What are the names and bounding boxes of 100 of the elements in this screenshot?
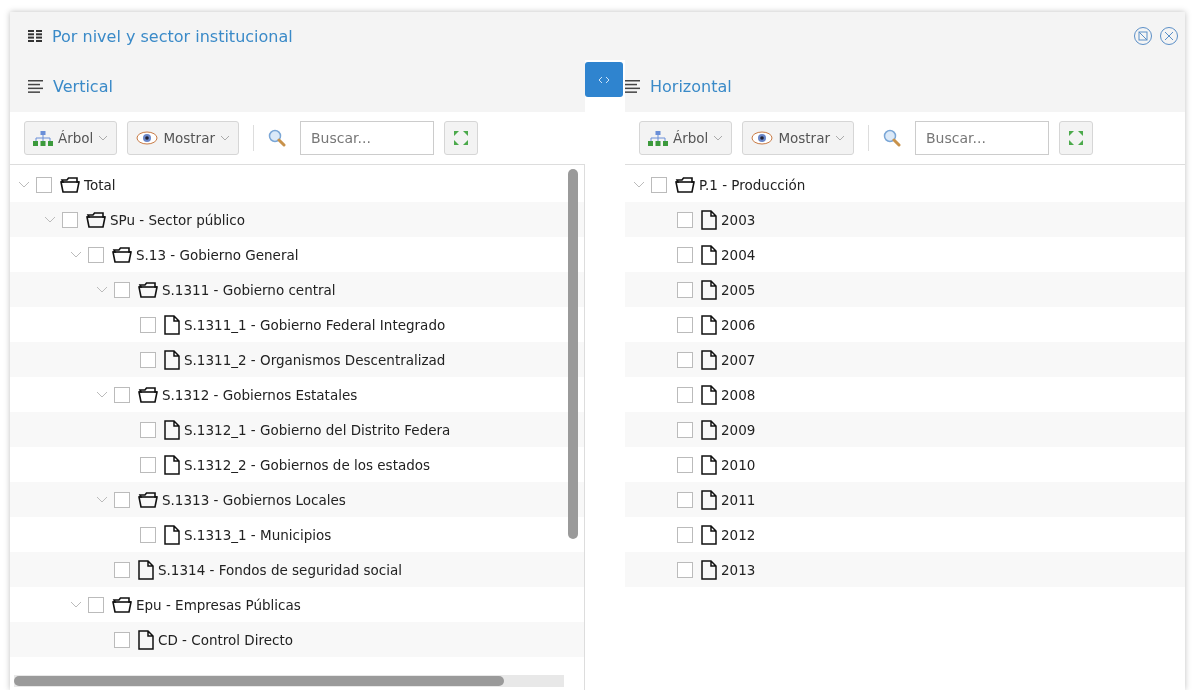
tree-item[interactable]: CD - Control Directo [158, 631, 294, 648]
folder-icon [86, 211, 106, 228]
tree-view-dropdown[interactable]: Árbol [24, 121, 118, 155]
tree-item[interactable]: Epu - Empresas Públicas [136, 596, 301, 613]
caret-icon [713, 135, 724, 141]
checkbox[interactable] [677, 491, 693, 508]
folder-icon [138, 386, 158, 403]
tree-item[interactable]: S.1312_2 - Gobiernos de los estados [184, 456, 431, 473]
expand-button[interactable] [1059, 121, 1093, 155]
caret-icon [835, 135, 845, 141]
checkbox[interactable] [62, 211, 78, 228]
search-icon[interactable] [268, 129, 286, 147]
file-icon [138, 559, 154, 580]
show-dropdown[interactable]: Mostrar [742, 121, 854, 155]
tree-item[interactable]: 2009 [721, 421, 756, 438]
folder-icon [112, 596, 132, 613]
show-dropdown[interactable]: Mostrar [127, 121, 239, 155]
caret-icon [220, 135, 230, 141]
caret-icon[interactable] [633, 180, 645, 189]
scrollbar-thumb[interactable] [14, 676, 504, 686]
swap-button[interactable] [585, 62, 623, 97]
checkbox[interactable] [651, 176, 667, 193]
checkbox[interactable] [677, 246, 693, 263]
checkbox[interactable] [677, 561, 693, 578]
checkbox[interactable] [114, 561, 130, 578]
tree-view-dropdown[interactable]: Árbol [639, 121, 733, 155]
checkbox[interactable] [677, 526, 693, 543]
folder-icon [112, 246, 132, 263]
checkbox[interactable] [677, 281, 693, 298]
checkbox[interactable] [677, 316, 693, 333]
checkbox[interactable] [114, 281, 130, 298]
file-icon [701, 454, 717, 475]
pane-title: Vertical [53, 76, 113, 96]
file-icon [701, 279, 717, 300]
tree-item[interactable]: 2013 [721, 561, 756, 578]
eye-icon [751, 131, 774, 145]
expand-icon [1068, 130, 1084, 146]
checkbox[interactable] [88, 246, 104, 263]
search-field[interactable]: Buscar... [300, 121, 434, 155]
checkbox[interactable] [114, 386, 130, 403]
checkbox[interactable] [677, 421, 693, 438]
pane-title: Horizontal [650, 76, 732, 96]
caret-icon[interactable] [44, 215, 56, 224]
file-icon [164, 524, 180, 545]
file-icon [138, 629, 154, 650]
folder-icon [138, 281, 158, 298]
expand-button[interactable] [444, 121, 478, 155]
tree-item[interactable]: S.1313_1 - Municipios [184, 526, 332, 543]
tree-item[interactable]: 2010 [721, 456, 756, 473]
checkbox[interactable] [677, 386, 693, 403]
expand-icon [453, 130, 469, 146]
tree-item[interactable]: 2004 [721, 246, 756, 263]
caret-icon[interactable] [70, 250, 82, 259]
search-icon[interactable] [883, 129, 901, 147]
caret-icon[interactable] [70, 600, 82, 609]
checkbox[interactable] [140, 351, 156, 368]
close-icon[interactable] [1159, 26, 1179, 46]
checkbox[interactable] [114, 631, 130, 648]
hierarchy-icon [648, 130, 668, 146]
tree-item[interactable]: 2008 [721, 386, 756, 403]
search-field[interactable]: Buscar... [915, 121, 1049, 155]
tree-item[interactable]: 2007 [721, 351, 756, 368]
tree-item[interactable]: S.1313 - Gobiernos Locales [162, 491, 346, 508]
tree-item[interactable]: 2006 [721, 316, 756, 333]
scrollbar-thumb[interactable] [568, 169, 578, 539]
checkbox[interactable] [140, 526, 156, 543]
file-icon [701, 384, 717, 405]
checkbox[interactable] [140, 316, 156, 333]
file-icon [701, 524, 717, 545]
tree-item[interactable]: S.1311_1 - Gobierno Federal Integrado [184, 316, 446, 333]
caret-icon[interactable] [96, 495, 108, 504]
caret-icon[interactable] [18, 180, 30, 189]
file-icon [164, 454, 180, 475]
file-icon [164, 419, 180, 440]
tree-item[interactable]: 2003 [721, 211, 756, 228]
checkbox[interactable] [140, 421, 156, 438]
text-lines-icon [625, 79, 640, 93]
tree-item[interactable]: 2011 [721, 491, 756, 508]
checkbox[interactable] [677, 211, 693, 228]
tree-item[interactable]: SPu - Sector público [110, 211, 246, 228]
tree-item[interactable]: S.13 - Gobierno General [136, 246, 299, 263]
folder-icon [675, 176, 695, 193]
tree-item[interactable]: 2012 [721, 526, 756, 543]
caret-icon[interactable] [96, 285, 108, 294]
checkbox[interactable] [88, 596, 104, 613]
collapse-icon[interactable] [1133, 26, 1153, 46]
checkbox[interactable] [36, 176, 52, 193]
caret-icon[interactable] [96, 390, 108, 399]
checkbox[interactable] [677, 456, 693, 473]
tree-item[interactable]: P.1 - Producción [699, 176, 806, 193]
tree-item[interactable]: 2005 [721, 281, 756, 298]
tree-item[interactable]: Total [84, 176, 116, 193]
tree-item[interactable]: S.1311 - Gobierno central [162, 281, 336, 298]
file-icon [701, 559, 717, 580]
tree-item[interactable]: S.1312 - Gobiernos Estatales [162, 386, 358, 403]
file-icon [164, 349, 180, 370]
checkbox[interactable] [114, 491, 130, 508]
checkbox[interactable] [677, 351, 693, 368]
checkbox[interactable] [140, 456, 156, 473]
window-title: Por nivel y sector institucional [52, 26, 293, 46]
